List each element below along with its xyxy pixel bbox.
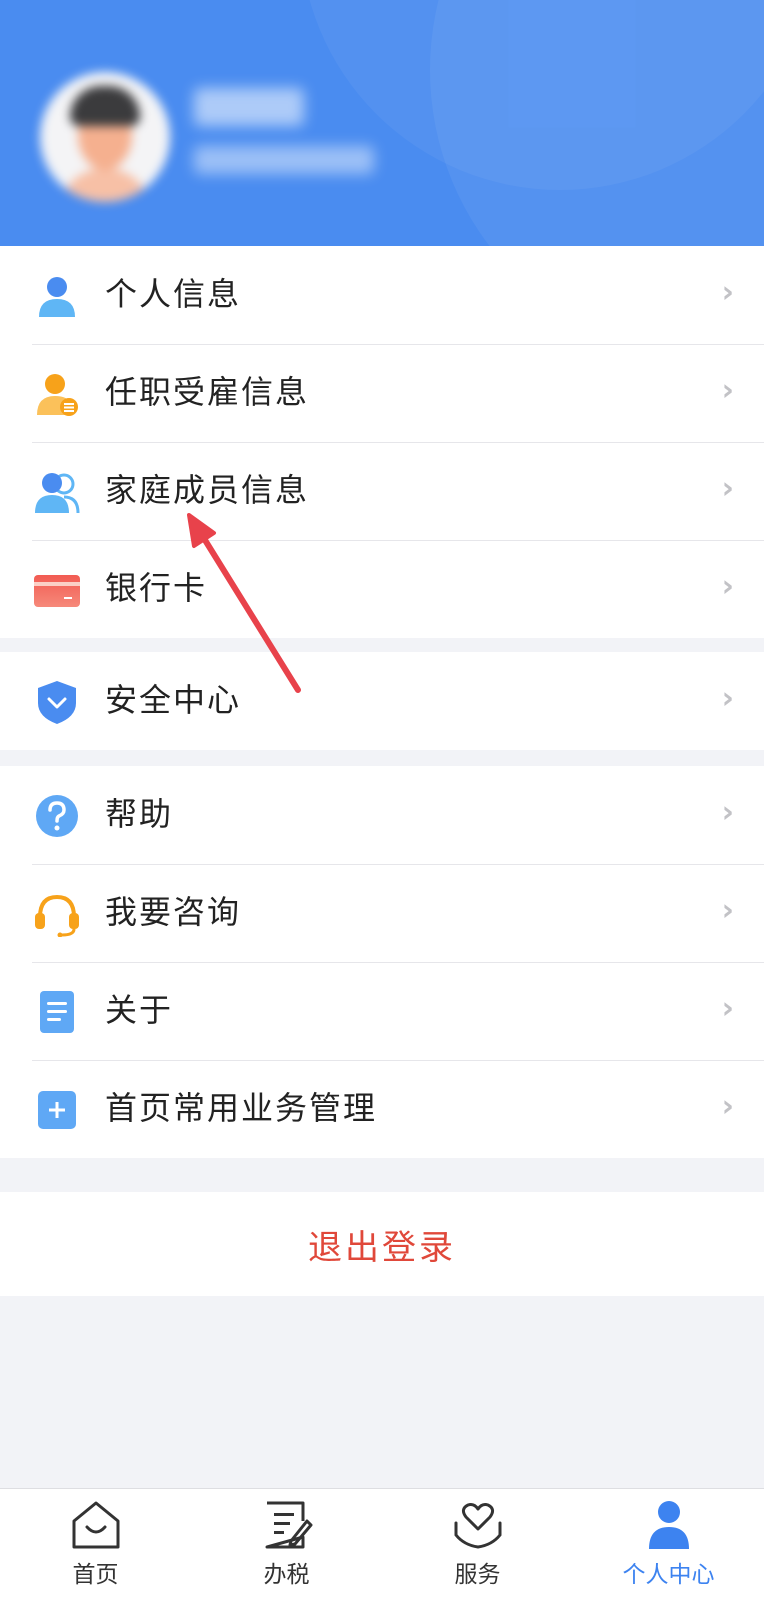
tab-service[interactable]: 服务 [382, 1489, 573, 1600]
menu-item-label: 首页常用业务管理 [105, 1089, 378, 1127]
user-name-blurred [194, 88, 304, 126]
menu-item-employment-info[interactable]: 任职受雇信息 › [0, 344, 764, 442]
menu-item-family-members[interactable]: 家庭成员信息 › [0, 442, 764, 540]
menu-group-personal: 个人信息 › 任职受雇信息 › 家庭成员信息 › 银行卡 › [0, 246, 764, 638]
menu-item-label: 个人信息 [105, 275, 242, 313]
menu-item-label: 帮助 [105, 795, 174, 833]
menu-group-security: 安全中心 › [0, 652, 764, 750]
menu-item-consult[interactable]: 我要咨询 › [0, 864, 764, 962]
tab-label: 个人中心 [622, 1562, 715, 1588]
employment-info-icon [37, 374, 78, 416]
chevron-right-icon: › [721, 373, 734, 408]
help-icon [36, 795, 78, 837]
menu-item-label: 关于 [105, 991, 174, 1029]
chevron-right-icon: › [721, 1089, 734, 1124]
chevron-right-icon: › [721, 681, 734, 716]
user-phone-blurred [194, 146, 374, 174]
menu-item-label: 任职受雇信息 [105, 373, 310, 411]
chevron-right-icon: › [721, 471, 734, 506]
edit-document-icon [265, 1501, 313, 1549]
menu-item-label: 我要咨询 [105, 893, 242, 931]
chevron-right-icon: › [721, 795, 734, 830]
bottom-tab-bar: 首页 办税 服务 个人中心 [0, 1488, 764, 1600]
tab-profile[interactable]: 个人中心 [573, 1489, 764, 1600]
chevron-right-icon: › [721, 991, 734, 1026]
avatar[interactable] [40, 72, 170, 202]
menu-item-help[interactable]: 帮助 › [0, 766, 764, 864]
document-icon [40, 991, 74, 1033]
user-icon [39, 277, 75, 317]
logout-button[interactable]: 退出登录 [0, 1192, 764, 1296]
chevron-right-icon: › [721, 893, 734, 928]
family-members-icon [35, 473, 80, 514]
heart-hands-icon [454, 1503, 502, 1549]
menu-item-bank-card[interactable]: 银行卡 › [0, 540, 764, 638]
menu-item-label: 家庭成员信息 [105, 471, 310, 509]
menu-item-label: 安全中心 [105, 681, 242, 719]
profile-icon [649, 1501, 689, 1549]
logout-label: 退出登录 [308, 1227, 456, 1268]
tab-label: 办税 [263, 1562, 310, 1588]
menu-item-security-center[interactable]: 安全中心 › [0, 652, 764, 750]
home-icon [72, 1501, 120, 1549]
profile-header [0, 0, 764, 246]
tab-label: 服务 [454, 1562, 501, 1588]
chevron-right-icon: › [721, 275, 734, 310]
tab-home[interactable]: 首页 [0, 1489, 191, 1600]
bank-card-icon [34, 575, 80, 607]
tab-tax[interactable]: 办税 [191, 1489, 382, 1600]
headset-icon [35, 894, 79, 937]
menu-item-about[interactable]: 关于 › [0, 962, 764, 1060]
menu-item-personal-info[interactable]: 个人信息 › [0, 246, 764, 344]
menu-item-homepage-business[interactable]: 首页常用业务管理 › [0, 1060, 764, 1158]
menu-item-label: 银行卡 [105, 569, 208, 607]
tab-label: 首页 [72, 1562, 119, 1588]
menu-group-support: 帮助 › 我要咨询 › 关于 › 首页常用业务管理 › [0, 766, 764, 1158]
shield-icon [38, 681, 76, 724]
chevron-right-icon: › [721, 569, 734, 604]
add-square-icon [38, 1091, 76, 1129]
